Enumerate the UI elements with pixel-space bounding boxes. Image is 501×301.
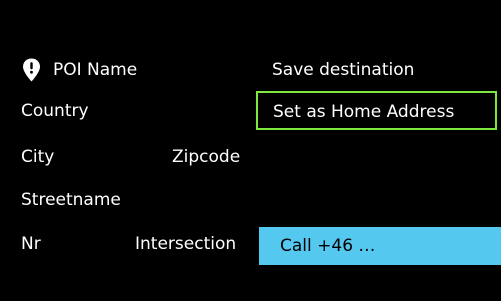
set-home-address-label: Set as Home Address: [273, 102, 455, 122]
zipcode-label: Zipcode: [172, 147, 241, 167]
country-label: Country: [21, 101, 89, 121]
location-pin-icon: [23, 58, 40, 82]
set-home-address-button[interactable]: Set as Home Address: [256, 91, 497, 130]
nr-label: Nr: [21, 234, 41, 254]
intersection-label: Intersection: [135, 234, 237, 254]
city-label: City: [21, 147, 55, 167]
call-button[interactable]: Call +46 …: [259, 227, 501, 265]
streetname-label: Streetname: [21, 190, 121, 210]
save-destination-button[interactable]: Save destination: [272, 60, 414, 80]
poi-name-label: POI Name: [53, 60, 138, 80]
call-label: Call +46 …: [280, 236, 376, 256]
poi-details-screen: POI Name Save destination Country Set as…: [0, 0, 501, 301]
